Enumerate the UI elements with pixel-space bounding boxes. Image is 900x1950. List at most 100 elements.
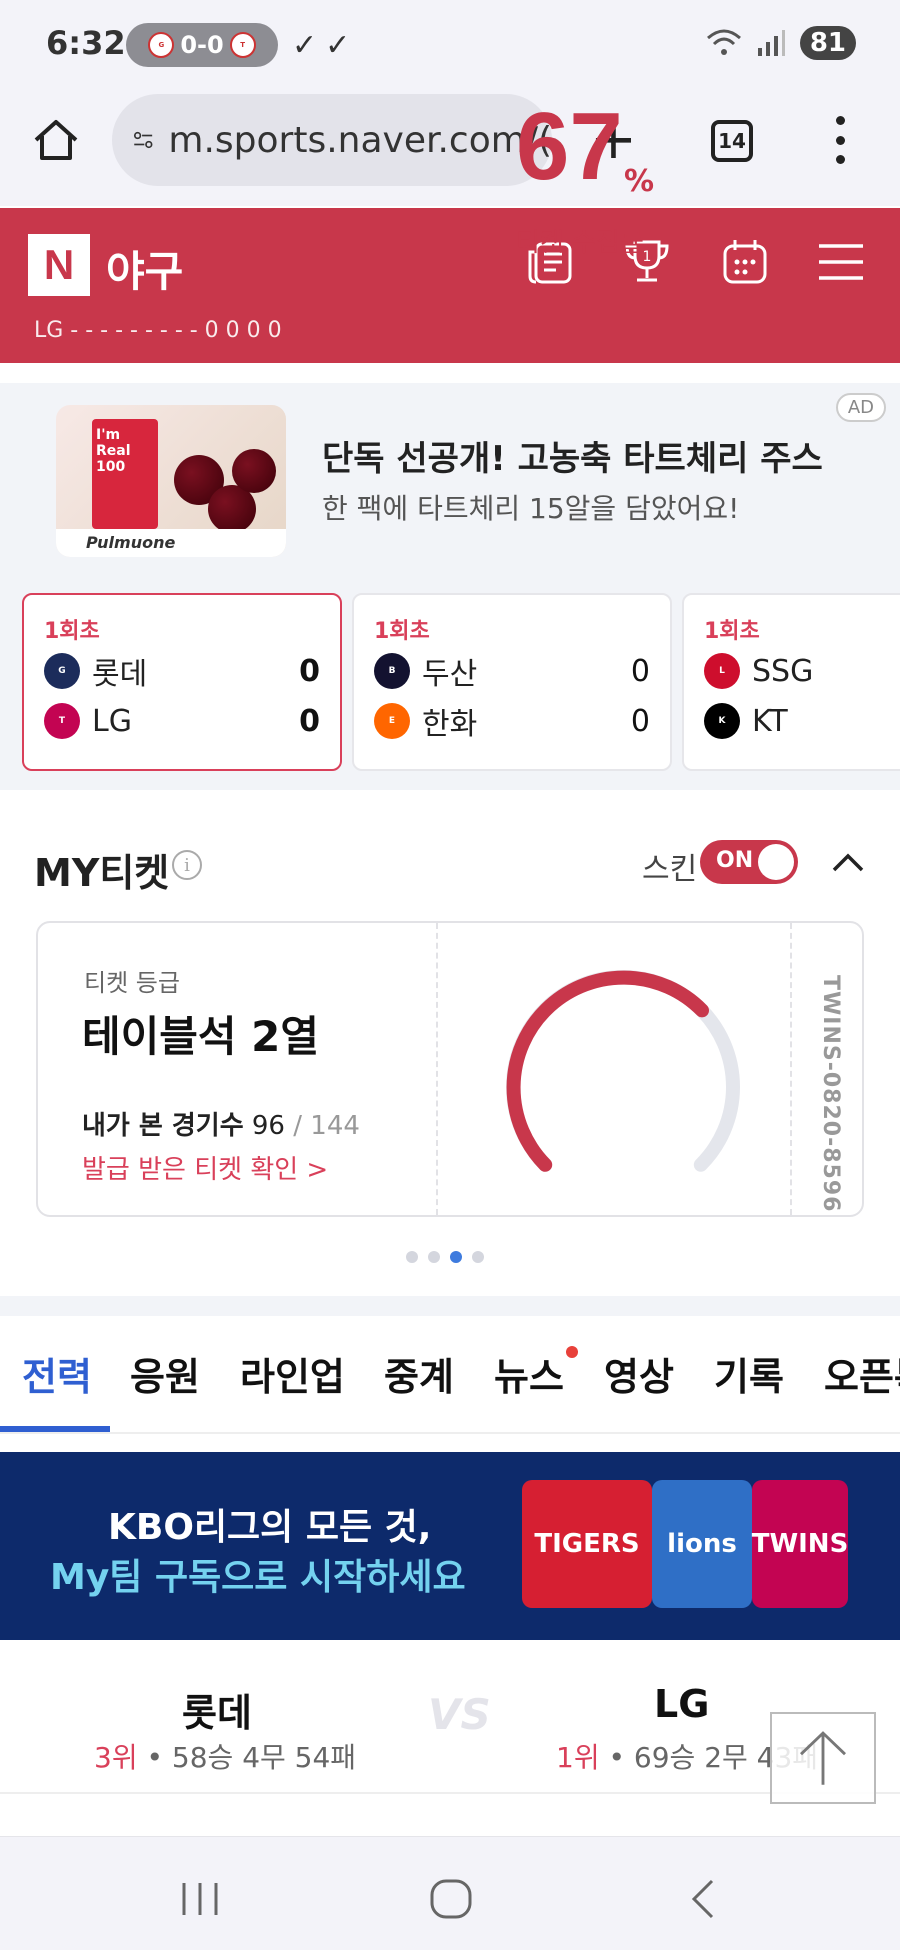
game-inning: 1회초 xyxy=(374,619,430,644)
pager-dot[interactable] xyxy=(472,1251,484,1263)
clock: 6:32 xyxy=(46,24,126,62)
tab-video[interactable]: 영상 xyxy=(604,1346,674,1401)
game-scoreboard: 1회초 G 롯데 0 T LG 0 1회초 B 두산 0 E 한화 0 1회초 … xyxy=(0,575,900,790)
collection-percent: 67 xyxy=(516,93,623,200)
tab-cheer[interactable]: 응원 xyxy=(130,1346,200,1401)
team-name: SSG xyxy=(752,653,814,689)
games-total: / 144 xyxy=(293,1111,360,1141)
live-score-chip[interactable]: G 0-0 T xyxy=(126,23,278,67)
twins-logo-icon: TWINS xyxy=(752,1480,848,1608)
site-title[interactable]: 야구 xyxy=(106,238,183,299)
calendar-icon[interactable] xyxy=(717,234,773,290)
url-bar[interactable]: m.sports.naver.com/( xyxy=(112,94,552,186)
team-score: 0 xyxy=(630,653,650,689)
chevron-up-icon[interactable] xyxy=(828,846,868,876)
percent-sign: % xyxy=(624,164,655,199)
matchup-left-team[interactable]: 롯데 xyxy=(182,1682,252,1737)
bears-logo-icon: B xyxy=(374,653,410,689)
team-name: 롯데 xyxy=(92,657,148,692)
pager-dot[interactable] xyxy=(428,1251,440,1263)
home-nav-icon[interactable] xyxy=(426,1877,476,1921)
gauge-fill xyxy=(506,970,709,1172)
pager-dot-active[interactable] xyxy=(450,1251,462,1263)
section-divider xyxy=(0,1296,900,1316)
scroll-to-top-button[interactable] xyxy=(770,1712,876,1804)
site-header: N 야구 1 LG - - - - - - - - - 0 0 0 0 xyxy=(0,208,900,363)
left-rank: 3위 xyxy=(94,1741,138,1774)
ad-title[interactable]: 단독 선공개! 고농축 타트체리 주스 xyxy=(322,431,823,480)
tab-broadcast[interactable]: 중계 xyxy=(384,1346,454,1401)
collection-label: 티켓 수집률 xyxy=(516,228,644,258)
team-name: LG xyxy=(92,703,132,739)
ticket-grade-label: 티켓 등급 xyxy=(84,969,180,997)
skin-toggle[interactable]: ON xyxy=(700,840,798,884)
tab-lineup[interactable]: 라인업 xyxy=(240,1346,345,1401)
live-scoreline: LG - - - - - - - - - 0 0 0 0 xyxy=(34,318,282,343)
more-menu-icon[interactable] xyxy=(830,116,850,164)
tigers-logo-icon: TIGERS xyxy=(522,1480,652,1608)
browser-toolbar: m.sports.naver.com/( + 14 xyxy=(0,92,900,206)
team-row: E 한화 0 xyxy=(374,701,650,742)
matchup-left-record: 3위 • 58승 4무 54패 xyxy=(94,1736,356,1776)
subscription-banner[interactable]: KBO리그의 모든 것, My팀 구독으로 시작하세요 TIGERS lions… xyxy=(0,1452,900,1640)
game-inning: 1회초 xyxy=(44,619,100,644)
back-icon[interactable] xyxy=(680,1877,730,1921)
ad-subtitle[interactable]: 한 팩에 타트체리 15알을 담았어요! xyxy=(322,487,739,527)
game-card[interactable]: 1회초 L SSG K KT xyxy=(682,593,900,771)
toggle-knob xyxy=(758,844,794,880)
svg-text:1: 1 xyxy=(643,249,652,265)
tab-switcher-button[interactable]: 14 xyxy=(711,120,753,162)
tab-records[interactable]: 기록 xyxy=(714,1346,784,1401)
naver-logo[interactable]: N xyxy=(28,234,90,296)
info-icon[interactable]: i xyxy=(172,850,202,880)
new-indicator-dot xyxy=(566,1346,578,1358)
ktwiz-logo-icon: K xyxy=(704,703,740,739)
banner-line2: My팀 구독으로 시작하세요 xyxy=(50,1557,466,1598)
skin-label: 스킨 xyxy=(642,852,698,887)
juice-pack-image: I'm Real 100 xyxy=(92,419,158,529)
giants-logo-icon: G xyxy=(44,653,80,689)
ticket-divider xyxy=(790,923,792,1215)
team-name: 두산 xyxy=(422,657,478,692)
notification-check-icons: ✓✓ xyxy=(292,28,359,63)
issued-tickets-link[interactable]: 발급 받은 티켓 확인 > xyxy=(82,1149,328,1186)
ticket-serial: TWINS-0820-8596 xyxy=(818,975,843,1213)
team-score: 0 xyxy=(299,653,320,689)
recent-apps-icon[interactable] xyxy=(176,1877,226,1921)
left-record: • 58승 4무 54패 xyxy=(146,1741,357,1774)
pager-dot[interactable] xyxy=(406,1251,418,1263)
right-rank: 1위 xyxy=(556,1741,600,1774)
team-score: 0 xyxy=(299,703,320,739)
games-watched-count: 96 xyxy=(251,1111,285,1141)
score-chip-text: 0-0 xyxy=(180,31,224,59)
ad-product-image[interactable]: I'm Real 100 Pulmuone xyxy=(56,405,286,557)
ad-badge[interactable]: AD xyxy=(835,393,886,422)
home-icon[interactable] xyxy=(30,114,82,166)
landers-logo-icon: L xyxy=(704,653,740,689)
site-settings-icon[interactable] xyxy=(132,120,154,160)
status-bar: 6:32 G 0-0 T ✓✓ 81 xyxy=(0,0,900,92)
ad-banner[interactable]: I'm Real 100 Pulmuone 단독 선공개! 고농축 타트체리 주… xyxy=(0,383,900,575)
ticket-grade: 테이블석 2열 xyxy=(82,1012,320,1061)
tab-news[interactable]: 뉴스 xyxy=(494,1346,564,1401)
vs-label: VS xyxy=(428,1690,491,1739)
hamburger-menu-icon[interactable] xyxy=(813,234,869,290)
team-score: 0 xyxy=(630,703,650,739)
tab-bar: 전력 응원 라인업 중계 뉴스 영상 기록 오픈톡 xyxy=(0,1316,900,1434)
toggle-label: ON xyxy=(716,848,754,873)
url-text: m.sports.naver.com/( xyxy=(168,119,552,161)
team-row: K KT xyxy=(704,701,900,741)
my-ticket-title: MY티켓 xyxy=(34,851,170,895)
tab-open-talk[interactable]: 오픈톡 xyxy=(824,1346,900,1401)
active-tab-indicator xyxy=(0,1426,110,1432)
team-row: L SSG xyxy=(704,651,900,691)
ticket-card[interactable]: 티켓 등급 테이블석 2열 내가 본 경기수 96 / 144 발급 받은 티켓… xyxy=(36,921,864,1217)
game-card[interactable]: 1회초 G 롯데 0 T LG 0 xyxy=(22,593,342,771)
game-card[interactable]: 1회초 B 두산 0 E 한화 0 xyxy=(352,593,672,771)
matchup-right-team[interactable]: LG xyxy=(654,1682,709,1726)
signal-icon xyxy=(757,30,785,56)
carousel-pager[interactable] xyxy=(406,1251,484,1263)
tab-lineup-power[interactable]: 전력 xyxy=(22,1346,92,1401)
system-navbar xyxy=(0,1836,900,1950)
divider xyxy=(0,1792,900,1794)
